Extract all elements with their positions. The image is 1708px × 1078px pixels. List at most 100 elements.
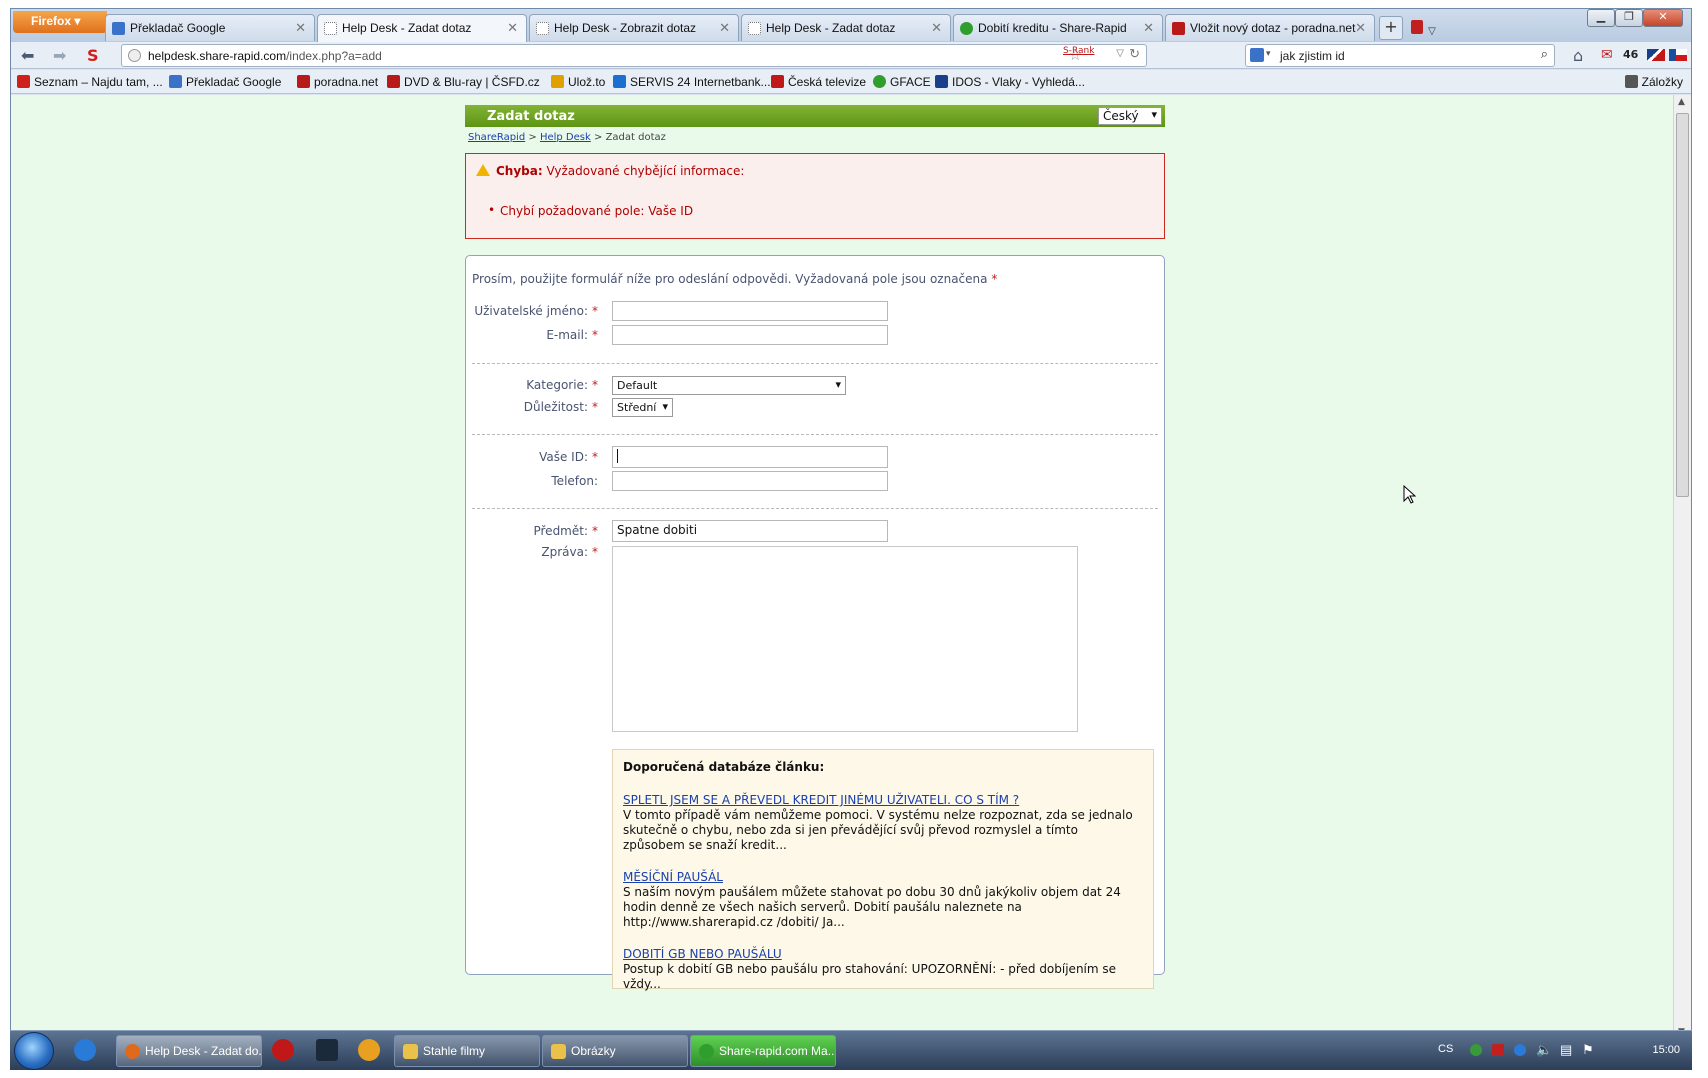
volume-icon[interactable]: 🔈 [1536, 1042, 1552, 1058]
chevron-down-icon: ▽ [1428, 26, 1436, 37]
message-textarea[interactable] [612, 546, 1078, 732]
breadcrumb-link-sharerapid[interactable]: ShareRapid [468, 132, 525, 143]
mail-notifier-icon[interactable]: ✉ [1601, 47, 1613, 63]
idos-icon [935, 75, 948, 88]
ulozto-icon [551, 75, 564, 88]
kb-article-link[interactable]: DOBITÍ GB NEBO PAUŠÁLU [623, 947, 782, 961]
category-select[interactable]: Default [612, 376, 846, 395]
url-bar[interactable]: helpdesk.share-rapid.com/index.php?a=add… [121, 44, 1147, 67]
close-icon[interactable]: ✕ [719, 20, 730, 36]
close-icon[interactable]: ✕ [1355, 20, 1366, 36]
close-icon[interactable]: ✕ [1143, 20, 1154, 36]
tab-label: Help Desk - Zadat dotaz [342, 21, 472, 35]
kb-article: DOBITÍ GB NEBO PAUŠÁLU Postup k dobití G… [623, 947, 1143, 992]
tab-prekladac[interactable]: Překladač Google ✕ [105, 14, 315, 41]
divider [472, 434, 1158, 435]
url-path: /index.php?a=add [286, 49, 382, 63]
tab-helpdesk-add[interactable]: Help Desk - Zadat dotaz ✕ [317, 14, 527, 43]
vertical-scrollbar[interactable]: ▲ ▼ [1673, 95, 1691, 1039]
kb-article-link[interactable]: SPLETL JSEM SE A PŘEVEDL KREDIT JINÉMU U… [623, 793, 1019, 807]
chevron-down-icon[interactable]: ▽ [1116, 48, 1124, 59]
minimize-button[interactable]: ▁ [1587, 9, 1615, 27]
bookmark-servis24[interactable]: SERVIS 24 Internetbank... [613, 75, 771, 89]
new-tab-button[interactable]: + [1379, 16, 1403, 40]
bookmark-gface[interactable]: GFACE [873, 75, 931, 89]
close-icon[interactable]: ✕ [931, 20, 942, 36]
start-button[interactable] [14, 1032, 54, 1070]
language-indicator[interactable]: CS [1438, 1043, 1453, 1055]
app-icon[interactable] [316, 1039, 338, 1061]
bookmark-poradna[interactable]: poradna.net [297, 75, 378, 89]
media-icon[interactable] [358, 1039, 380, 1061]
id-field[interactable] [612, 446, 888, 468]
action-center-flag-icon[interactable]: ⚑ [1582, 1042, 1594, 1058]
maximize-button[interactable]: ❐ [1615, 9, 1643, 27]
firefox-menu-button[interactable]: Firefox ▾ [13, 11, 107, 33]
antivirus-icon[interactable] [1492, 1044, 1504, 1056]
google-icon [1250, 48, 1264, 62]
search-input[interactable]: ▾ jak zjistim id ⌕ [1245, 44, 1555, 67]
tab-helpdesk-add-2[interactable]: Help Desk - Zadat dotaz ✕ [741, 14, 951, 41]
search-icon[interactable]: ⌕ [1541, 46, 1548, 62]
srank-badge[interactable]: S-Rank [1063, 46, 1094, 56]
seznam-icon[interactable]: S [87, 46, 99, 65]
close-window-button[interactable]: ✕ [1643, 9, 1683, 27]
bookmark-csfd[interactable]: DVD & Blu-ray | ČSFD.cz [387, 75, 540, 89]
subject-field[interactable]: Spatne dobiti [612, 520, 888, 542]
cz-flag-icon[interactable] [1669, 49, 1687, 61]
taskbar-item-obrazky[interactable]: Obrázky [542, 1035, 688, 1067]
scroll-up-icon[interactable]: ▲ [1678, 97, 1685, 107]
security-addon-icon [1411, 20, 1423, 34]
tab-poradna[interactable]: Vložit nový dotaz - poradna.net ✕ [1165, 14, 1375, 41]
home-icon[interactable]: ⌂ [1573, 46, 1583, 65]
bookmarks-menu[interactable]: Záložky [1624, 75, 1683, 89]
email-field[interactable] [612, 325, 888, 345]
reload-icon[interactable]: ↻ [1129, 46, 1140, 62]
close-icon[interactable]: ✕ [295, 20, 306, 36]
bookmark-seznam[interactable]: Seznam – Najdu tam, ... [17, 75, 163, 89]
search-value: jak zjistim id [1280, 49, 1345, 63]
page-content: Zadat dotaz Český ShareRapid > Help Desk… [11, 95, 1675, 1039]
taskbar-item-firefox[interactable]: Help Desk - Zadat do... [116, 1035, 262, 1067]
divider [472, 363, 1158, 364]
tray-app-icon[interactable] [1470, 1044, 1482, 1056]
close-icon[interactable]: ✕ [507, 20, 518, 36]
opera-icon[interactable] [272, 1039, 294, 1061]
phone-field[interactable] [612, 471, 888, 491]
language-select[interactable]: Český [1098, 107, 1162, 125]
taskbar-item-share-rapid[interactable]: Share-rapid.com Ma... [690, 1035, 836, 1067]
username-field[interactable] [612, 301, 888, 321]
uk-flag-icon[interactable] [1647, 49, 1665, 61]
tab-dobiti-kreditu[interactable]: Dobití kreditu - Share-Rapid ✕ [953, 14, 1163, 41]
email-label: E-mail: * [546, 328, 598, 342]
breadcrumb-link-helpdesk[interactable]: Help Desk [540, 132, 591, 143]
priority-select[interactable]: Střední [612, 398, 673, 417]
share-rapid-icon [699, 1044, 714, 1059]
text-caret [617, 449, 618, 463]
internet-explorer-icon[interactable] [74, 1039, 96, 1061]
kb-article-text: S naším novým paušálem můžete stahovat p… [623, 885, 1121, 929]
bookmark-prekladac[interactable]: Překladač Google [169, 75, 281, 89]
bookmark-idos[interactable]: IDOS - Vlaky - Vyhledá... [935, 75, 1085, 89]
taskbar-item-stahle-filmy[interactable]: Stahle filmy [394, 1035, 540, 1067]
forward-icon[interactable]: ➡ [53, 46, 66, 65]
kb-article-link[interactable]: MĚSÍČNÍ PAUŠÁL [623, 870, 723, 884]
update-icon[interactable] [1514, 1044, 1526, 1056]
scrollbar-thumb[interactable] [1676, 113, 1689, 497]
firefox-icon [125, 1044, 140, 1059]
poradna-icon [1172, 22, 1185, 35]
network-icon[interactable]: ▤ [1560, 1042, 1572, 1058]
bookmarks-toolbar: Seznam – Najdu tam, ... Překladač Google… [11, 70, 1691, 94]
bookmark-ulozto[interactable]: Ulož.to [551, 75, 605, 89]
tab-helpdesk-view[interactable]: Help Desk - Zobrazit dotaz ✕ [529, 14, 739, 41]
warning-icon [476, 164, 490, 176]
kb-article-text: Postup k dobití GB nebo paušálu pro stah… [623, 962, 1117, 991]
bookmark-ceska-televize[interactable]: Česká televize [771, 75, 866, 89]
breadcrumb-current: Zadat dotaz [605, 132, 666, 143]
tab-list-button[interactable]: ▽ [1407, 16, 1437, 38]
ct-icon [771, 75, 784, 88]
poradna-icon [297, 75, 310, 88]
clock[interactable]: 15:00 [1652, 1044, 1680, 1056]
back-icon[interactable]: ⬅ [21, 46, 34, 65]
blank-page-icon [536, 22, 549, 35]
